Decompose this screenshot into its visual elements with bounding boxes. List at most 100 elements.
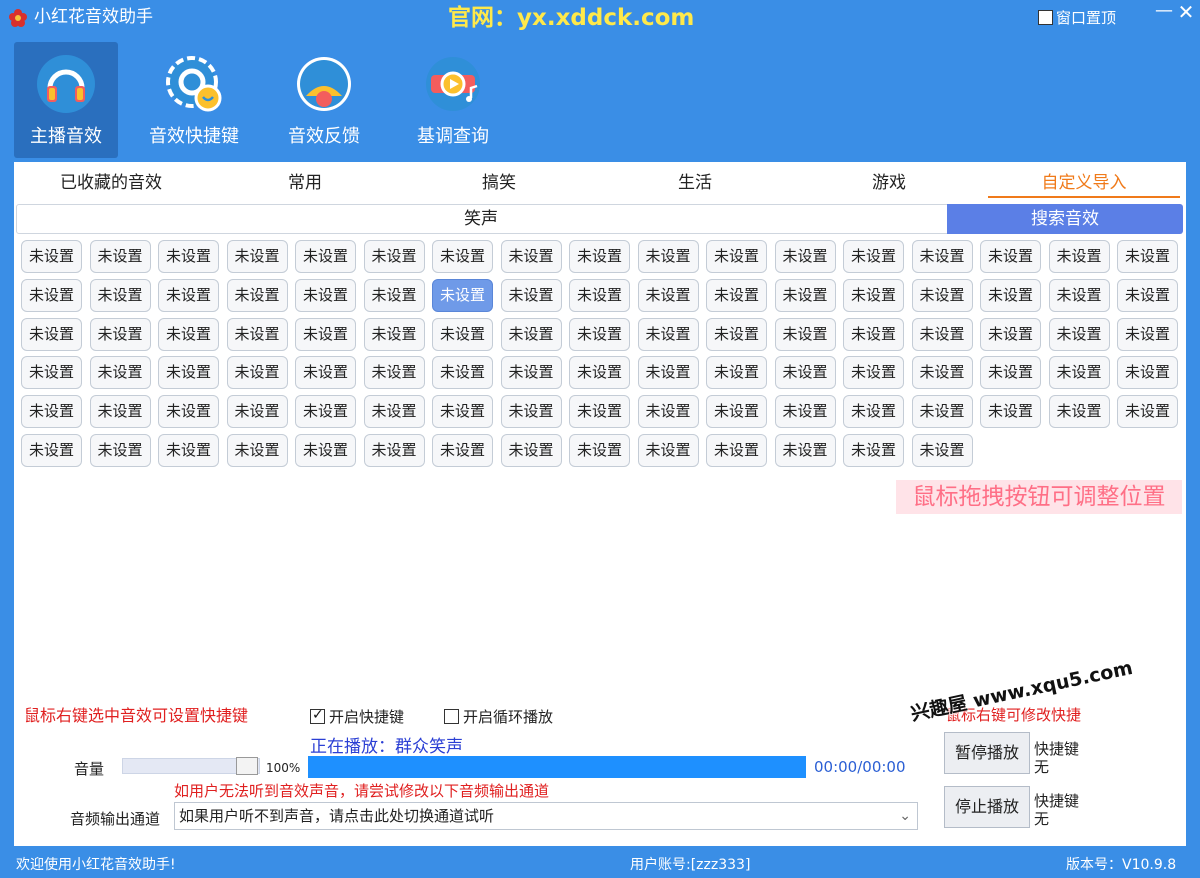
sound-button[interactable]: 未设置: [21, 240, 82, 273]
sound-button[interactable]: 未设置: [774, 395, 836, 429]
sound-button[interactable]: 未设置: [226, 317, 288, 351]
sound-button[interactable]: 未设置: [1117, 278, 1178, 312]
sound-button[interactable]: 未设置: [363, 356, 425, 390]
close-button[interactable]: ✕: [1176, 0, 1196, 24]
sound-button[interactable]: 未设置: [21, 395, 82, 429]
sound-button[interactable]: 未设置: [1117, 317, 1178, 351]
sound-button[interactable]: 未设置: [89, 434, 151, 467]
enable-hotkey-box[interactable]: [310, 707, 325, 724]
tab-life[interactable]: 生活: [640, 172, 750, 198]
sound-button[interactable]: 未设置: [911, 434, 973, 467]
sound-button[interactable]: 未设置: [363, 278, 425, 312]
sound-button[interactable]: 未设置: [843, 434, 904, 467]
sound-button[interactable]: 未设置: [432, 317, 493, 351]
sound-button[interactable]: 未设置: [21, 278, 82, 312]
sound-button[interactable]: 未设置: [911, 356, 973, 390]
toolbar-item-key-lookup[interactable]: 基调查询: [404, 42, 502, 158]
toolbar-item-anchor-sounds[interactable]: 主播音效: [14, 42, 118, 158]
sound-button[interactable]: 未设置: [500, 278, 562, 312]
sound-button[interactable]: 未设置: [1048, 240, 1110, 273]
loop-play-checkbox[interactable]: 开启循环播放: [444, 706, 553, 727]
title-bar[interactable]: 小红花音效助手 官网：yx.xddck.com 窗口置顶 — ✕: [0, 0, 1200, 36]
sound-button[interactable]: 未设置: [569, 240, 630, 273]
pause-play-button[interactable]: 暂停播放: [944, 732, 1030, 774]
sound-button[interactable]: 未设置: [500, 317, 562, 351]
sound-button[interactable]: 未设置: [158, 356, 219, 390]
sound-button[interactable]: 未设置: [500, 240, 562, 273]
sound-button[interactable]: 未设置: [637, 317, 699, 351]
toolbar-item-hotkeys[interactable]: 音效快捷键: [138, 42, 250, 158]
sound-button[interactable]: 未设置: [226, 395, 288, 429]
enable-hotkey-checkbox[interactable]: 开启快捷键: [310, 706, 404, 727]
sound-button[interactable]: 未设置: [158, 317, 219, 351]
sound-button[interactable]: 未设置: [1117, 356, 1178, 390]
sound-button[interactable]: 未设置: [706, 434, 767, 467]
sound-button[interactable]: 未设置: [500, 395, 562, 429]
minimize-button[interactable]: —: [1154, 0, 1174, 22]
sound-button[interactable]: 未设置: [1117, 395, 1178, 429]
sound-button[interactable]: 未设置: [569, 356, 630, 390]
sound-button[interactable]: 未设置: [89, 240, 151, 273]
sound-button[interactable]: 未设置: [911, 317, 973, 351]
sound-button[interactable]: 未设置: [89, 395, 151, 429]
sound-button[interactable]: 未设置: [843, 356, 904, 390]
sound-button[interactable]: 未设置: [774, 356, 836, 390]
sound-button[interactable]: 未设置: [1048, 278, 1110, 312]
sound-button[interactable]: 未设置: [295, 278, 356, 312]
sound-button[interactable]: 未设置: [89, 278, 151, 312]
sound-button[interactable]: 未设置: [637, 356, 699, 390]
sound-button[interactable]: 未设置: [706, 395, 767, 429]
sound-button[interactable]: 未设置: [21, 434, 82, 467]
sound-button[interactable]: 未设置: [363, 434, 425, 467]
sound-button[interactable]: 未设置: [295, 395, 356, 429]
sound-button[interactable]: 未设置: [158, 434, 219, 467]
sound-button[interactable]: 未设置: [295, 240, 356, 273]
pin-checkbox-box[interactable]: [1038, 10, 1053, 25]
sound-button[interactable]: 未设置: [226, 356, 288, 390]
sound-button[interactable]: 未设置: [637, 395, 699, 429]
sound-button[interactable]: 未设置: [226, 240, 288, 273]
sound-button[interactable]: 未设置: [158, 395, 219, 429]
sound-button[interactable]: 未设置: [21, 317, 82, 351]
sound-button[interactable]: 未设置: [980, 356, 1041, 390]
sound-button[interactable]: 未设置: [295, 356, 356, 390]
sound-button[interactable]: 未设置: [774, 434, 836, 467]
tab-custom-import[interactable]: 自定义导入: [988, 172, 1180, 198]
tab-funny[interactable]: 搞笑: [444, 172, 554, 198]
sound-button[interactable]: 未设置: [637, 240, 699, 273]
sound-button[interactable]: 未设置: [569, 278, 630, 312]
sound-button[interactable]: 未设置: [89, 317, 151, 351]
sound-button[interactable]: 未设置: [637, 278, 699, 312]
sound-button[interactable]: 未设置: [1048, 395, 1110, 429]
pin-window-checkbox[interactable]: 窗口置顶: [1038, 7, 1116, 28]
sound-button[interactable]: 未设置: [363, 395, 425, 429]
tab-common[interactable]: 常用: [250, 172, 360, 198]
sound-button[interactable]: 未设置: [569, 395, 630, 429]
sound-button[interactable]: 未设置: [843, 278, 904, 312]
sound-button[interactable]: 未设置: [911, 240, 973, 273]
sound-button[interactable]: 未设置: [706, 278, 767, 312]
sound-button[interactable]: 未设置: [158, 240, 219, 273]
sound-button[interactable]: 未设置: [89, 356, 151, 390]
sound-button[interactable]: 未设置: [363, 317, 425, 351]
sound-button[interactable]: 未设置: [432, 240, 493, 273]
sound-button[interactable]: 未设置: [158, 278, 219, 312]
sound-button[interactable]: 未设置: [21, 356, 82, 390]
sound-button[interactable]: 未设置: [500, 434, 562, 467]
search-sounds-button[interactable]: 搜索音效: [947, 204, 1183, 234]
sound-button[interactable]: 未设置: [980, 395, 1041, 429]
sound-button[interactable]: 未设置: [774, 278, 836, 312]
sound-button[interactable]: 未设置: [226, 434, 288, 467]
toolbar-item-feedback[interactable]: 音效反馈: [276, 42, 372, 158]
sound-button[interactable]: 未设置: [980, 317, 1041, 351]
volume-slider-thumb[interactable]: [236, 757, 258, 775]
sound-button[interactable]: 未设置: [774, 317, 836, 351]
sound-button[interactable]: 未设置: [569, 317, 630, 351]
sound-button[interactable]: 未设置: [980, 278, 1041, 312]
sound-button[interactable]: 未设置: [980, 240, 1041, 273]
tab-laughter[interactable]: 笑声: [17, 205, 945, 233]
official-site-url[interactable]: 官网：yx.xddck.com: [448, 3, 694, 33]
sound-button[interactable]: 未设置: [843, 240, 904, 273]
sound-button[interactable]: 未设置: [432, 434, 493, 467]
sound-button[interactable]: 未设置: [569, 434, 630, 467]
